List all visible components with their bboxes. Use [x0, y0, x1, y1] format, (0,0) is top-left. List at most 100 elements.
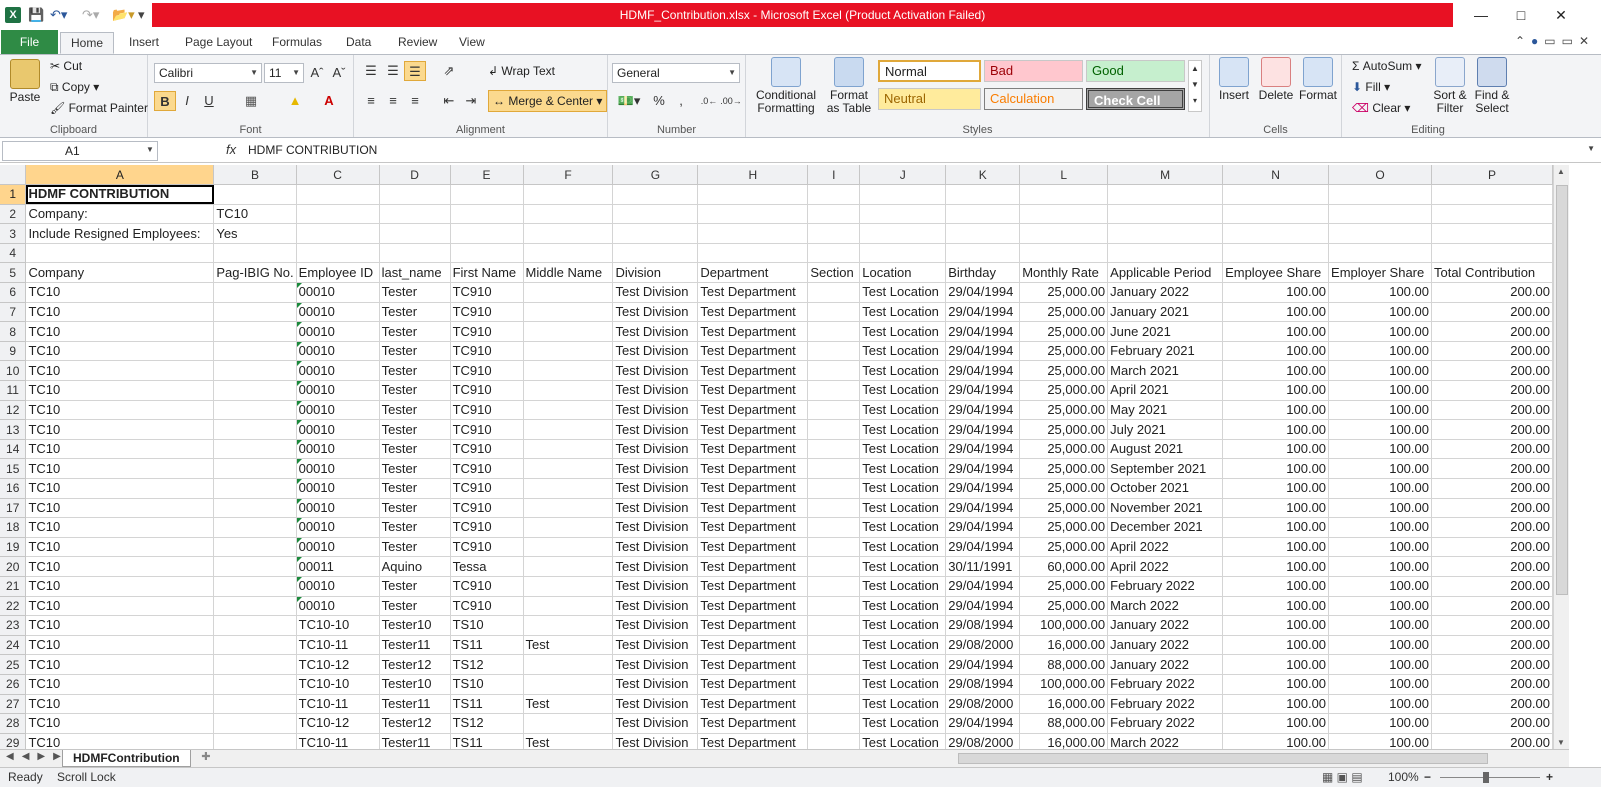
cell[interactable]: 100.00	[1222, 341, 1330, 362]
cell[interactable]: 25,000.00	[1019, 282, 1109, 303]
row-header[interactable]: 17	[0, 498, 27, 519]
cell[interactable]	[859, 223, 947, 244]
cell[interactable]: Test Location	[859, 654, 947, 675]
paste-button[interactable]: Paste	[6, 59, 44, 104]
cell[interactable]: TC910	[450, 282, 524, 303]
cell[interactable]	[296, 243, 380, 264]
cell[interactable]: 00010	[296, 380, 380, 401]
cell[interactable]: 200.00	[1431, 635, 1553, 656]
cell[interactable]: 100.00	[1222, 321, 1330, 342]
cell[interactable]: November 2021	[1107, 498, 1224, 519]
cell[interactable]: Test Location	[859, 439, 947, 460]
cell[interactable]: 29/08/2000	[945, 635, 1021, 656]
cell[interactable]: 100.00	[1328, 380, 1432, 401]
cell[interactable]	[523, 243, 614, 264]
insert-cells-button[interactable]: Insert	[1214, 57, 1254, 102]
cell[interactable]: TC10-12	[296, 713, 380, 734]
cell[interactable]: 100.00	[1328, 439, 1432, 460]
cell[interactable]: 00011	[296, 556, 380, 577]
cell[interactable]: 100.00	[1328, 556, 1432, 577]
cell[interactable]: TC910	[450, 321, 524, 342]
cell[interactable]	[450, 223, 524, 244]
row-header[interactable]: 28	[0, 713, 27, 734]
cell[interactable]: 100.00	[1328, 360, 1432, 382]
underline-button[interactable]: U	[198, 91, 220, 111]
cell[interactable]: Test Division	[612, 458, 699, 479]
cell[interactable]	[807, 498, 861, 519]
cell[interactable]	[523, 556, 614, 577]
cell[interactable]	[213, 498, 297, 519]
cell[interactable]: TC10	[25, 321, 215, 342]
cell[interactable]	[523, 517, 614, 538]
row-header[interactable]: 21	[0, 576, 27, 597]
cell[interactable]: TC10	[25, 537, 215, 558]
row-header[interactable]: 8	[0, 321, 27, 342]
cell[interactable]: 25,000.00	[1019, 517, 1109, 538]
percent-icon[interactable]: %	[648, 91, 670, 111]
cell[interactable]: 200.00	[1431, 517, 1553, 538]
cell[interactable]	[25, 243, 215, 264]
cell[interactable]: Tester11	[379, 694, 451, 715]
cell[interactable]: January 2022	[1107, 282, 1224, 303]
cell[interactable]: Test Department	[697, 400, 809, 421]
cell[interactable]	[807, 615, 861, 636]
cell[interactable]: TC910	[450, 517, 524, 538]
cell[interactable]	[807, 184, 861, 205]
cell[interactable]: Test Division	[612, 400, 699, 421]
row-header[interactable]: 26	[0, 674, 27, 695]
name-box-dropdown-icon[interactable]: ▼	[146, 145, 154, 154]
cell[interactable]	[523, 537, 614, 558]
cell[interactable]: Test	[523, 635, 614, 656]
cell[interactable]	[945, 184, 1021, 205]
cell[interactable]: Test Department	[697, 380, 809, 401]
scroll-up-icon[interactable]: ▲	[1557, 167, 1565, 176]
cell[interactable]: 00010	[296, 537, 380, 558]
cell[interactable]: Test Department	[697, 576, 809, 597]
cell[interactable]: 25,000.00	[1019, 419, 1109, 440]
row-header[interactable]: 27	[0, 694, 27, 715]
zoom-out-icon[interactable]: −	[1424, 768, 1431, 786]
cell[interactable]: 00010	[296, 478, 380, 499]
cell[interactable]: 25,000.00	[1019, 400, 1109, 421]
cell[interactable]: 29/08/1994	[945, 615, 1021, 636]
cell[interactable]	[523, 654, 614, 675]
sort-filter-button[interactable]: Sort & Filter	[1430, 57, 1470, 115]
cell[interactable]	[807, 458, 861, 479]
cell[interactable]: 29/04/1994	[945, 713, 1021, 734]
grow-font-icon[interactable]: Aˆ	[306, 63, 328, 83]
cell[interactable]	[213, 674, 297, 695]
cell[interactable]: Test Department	[697, 478, 809, 499]
cell[interactable]	[807, 380, 861, 401]
cell[interactable]: 100.00	[1222, 302, 1330, 323]
cell[interactable]: 100.00	[1328, 615, 1432, 636]
cell[interactable]	[213, 419, 297, 440]
row-header[interactable]: 20	[0, 556, 27, 577]
row-header[interactable]: 25	[0, 654, 27, 675]
cell[interactable]: Test Division	[612, 635, 699, 656]
column-header[interactable]: E	[450, 165, 524, 186]
cell[interactable]	[523, 596, 614, 617]
cell[interactable]: Test Location	[859, 419, 947, 440]
cell[interactable]: Tester	[379, 400, 451, 421]
cell[interactable]	[213, 184, 297, 205]
scroll-down-icon[interactable]: ▼	[1557, 738, 1565, 747]
cell[interactable]: Employer Share	[1328, 262, 1432, 284]
style-check-cell[interactable]: Check Cell	[1086, 88, 1185, 110]
cell[interactable]: 100.00	[1222, 439, 1330, 460]
column-header[interactable]: B	[213, 165, 297, 186]
cell[interactable]	[523, 419, 614, 440]
cell[interactable]	[807, 733, 861, 749]
cell[interactable]: Test Department	[697, 341, 809, 362]
tab-formulas[interactable]: Formulas	[262, 32, 332, 54]
cell[interactable]: Test Division	[612, 380, 699, 401]
cell[interactable]: Test Department	[697, 321, 809, 342]
cell[interactable]	[213, 380, 297, 401]
cell[interactable]	[213, 517, 297, 538]
cell[interactable]	[213, 596, 297, 617]
cell[interactable]: 100.00	[1222, 674, 1330, 695]
cell[interactable]: Tester12	[379, 654, 451, 675]
cell[interactable]: TC10-11	[296, 635, 380, 656]
cell[interactable]: TC10	[25, 380, 215, 401]
cell[interactable]: 200.00	[1431, 458, 1553, 479]
row-header[interactable]: 29	[0, 733, 27, 749]
